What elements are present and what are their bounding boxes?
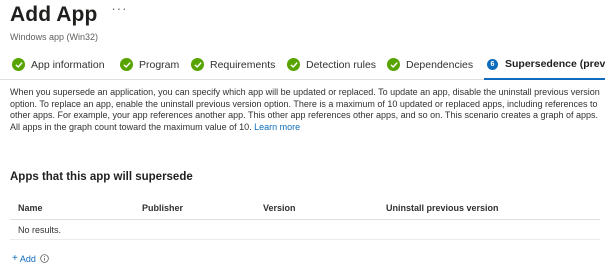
checkmark-circle-icon — [191, 58, 204, 71]
table-row: No results. — [10, 220, 600, 240]
add-label: Add — [19, 253, 36, 264]
active-step-indicator — [484, 78, 605, 80]
supersedence-description: When you supersede an application, you c… — [10, 87, 600, 133]
table-header: Name Publisher Version Uninstall previou… — [10, 199, 600, 220]
wizard-steps: App information Program Requirements Det… — [0, 52, 605, 80]
page-subtitle: Windows app (Win32) — [10, 32, 99, 42]
step-requirements[interactable]: Requirements — [191, 58, 275, 71]
section-title: Apps that this app will supersede — [10, 171, 193, 183]
description-text: When you supersede an application, you c… — [10, 87, 600, 132]
column-header-publisher: Publisher — [142, 203, 184, 213]
step-detection-rules[interactable]: Detection rules — [287, 58, 376, 71]
step-label: App information — [31, 58, 105, 71]
step-number-badge: 6 — [487, 58, 498, 70]
column-header-uninstall-previous-version: Uninstall previous version — [386, 203, 499, 213]
supersede-table: Name Publisher Version Uninstall previou… — [10, 199, 600, 240]
step-label: Requirements — [210, 58, 276, 71]
step-label: Detection rules — [306, 58, 377, 71]
step-app-information[interactable]: App information — [12, 58, 105, 71]
column-header-version: Version — [263, 203, 296, 213]
column-header-name: Name — [18, 203, 43, 213]
no-results-text: No results. — [18, 225, 62, 235]
learn-more-link[interactable]: Learn more — [254, 122, 300, 132]
step-label: Supersedence (preview — [505, 58, 605, 70]
step-label: Dependencies — [406, 58, 474, 71]
more-options-button[interactable]: ··· — [111, 1, 127, 16]
step-label: Program — [139, 58, 180, 71]
checkmark-circle-icon — [12, 58, 25, 71]
step-dependencies[interactable]: Dependencies — [387, 58, 473, 71]
checkmark-circle-icon — [120, 58, 133, 71]
title-row: Add App ··· — [10, 1, 127, 27]
info-icon[interactable] — [40, 254, 49, 263]
plus-icon: + — [12, 253, 18, 264]
step-program[interactable]: Program — [120, 58, 179, 71]
step-supersedence[interactable]: 6 Supersedence (preview — [487, 58, 605, 70]
add-button[interactable]: + Add — [12, 253, 49, 264]
checkmark-circle-icon — [287, 58, 300, 71]
checkmark-circle-icon — [387, 58, 400, 71]
page-title: Add App — [10, 3, 98, 26]
